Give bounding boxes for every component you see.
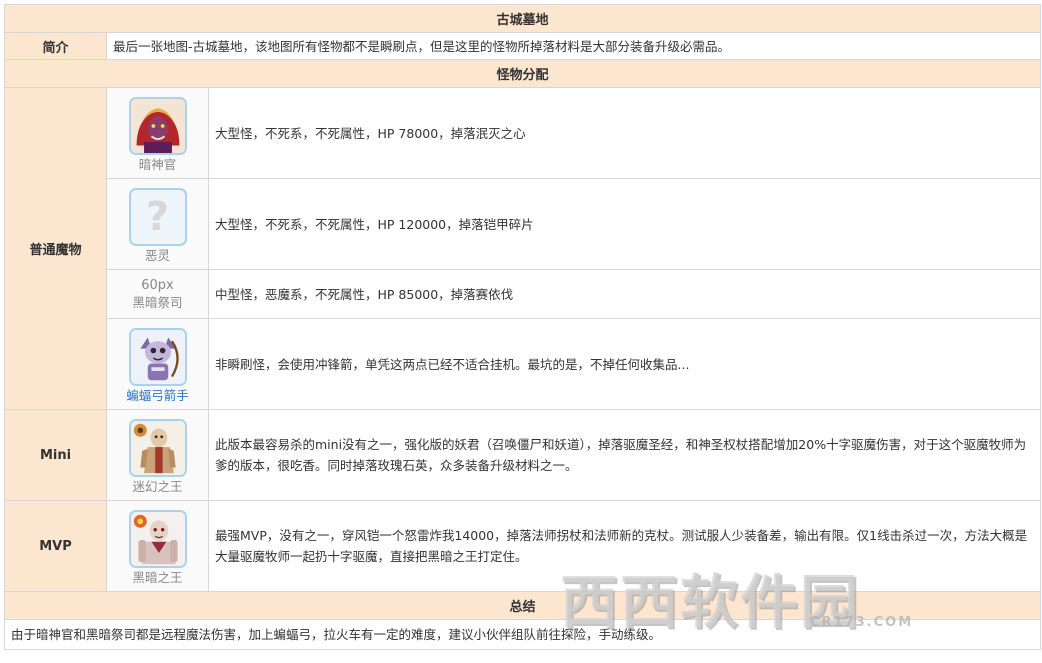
monster-desc: 最强MVP，没有之一，穿风铠一个怒雷炸我14000，掉落法师拐杖和法师新的克杖。… <box>208 500 1041 592</box>
table-row: 60px 黑暗祭司 中型怪，恶魔系，不死属性，HP 85000，掉落赛依伐 <box>5 269 1041 319</box>
mvp-group-label: MVP <box>4 500 107 592</box>
summary-text: 由于暗神官和黑暗祭司都是远程魔法伤害，加上蝙蝠弓，拉火车有一定的难度，建议小伙伴… <box>4 619 1041 650</box>
monster-name: 迷幻之王 <box>132 478 183 494</box>
monster-desc: 此版本最容易杀的mini没有之一，强化版的妖君（召唤僵尸和妖道），掉落驱魔圣经，… <box>208 409 1041 501</box>
monster-name-link[interactable]: 蝙蝠弓箭手 <box>107 388 208 404</box>
illusion-king-portrait-icon[interactable] <box>128 418 187 477</box>
monster-desc: 大型怪，不死系，不死属性，HP 78000，掉落泯灭之心 <box>208 87 1041 179</box>
monster-cell: 迷幻之王 <box>106 409 209 501</box>
table-row: Mini 迷幻之王 此版本最容易杀的mini没有之一，强化版的妖君（召唤僵尸和妖… <box>4 409 1041 501</box>
title-row: 古城墓地 <box>4 4 1041 33</box>
monster-cell: 60px 黑暗祭司 <box>106 269 209 319</box>
normal-group-label: 普通魔物 <box>4 87 107 410</box>
dark-priest-portrait-icon[interactable] <box>128 96 187 155</box>
page: 古城墓地 简介 最后一张地图-古城墓地，该地图所有怪物都不是瞬刷点，但是这里的怪… <box>0 0 1042 663</box>
intro-row: 简介 最后一张地图-古城墓地，该地图所有怪物都不是瞬刷点，但是这里的怪物所掉落材… <box>4 32 1041 60</box>
intro-label: 简介 <box>4 32 107 60</box>
table-row: 普通魔物 暗神官 大型怪，不死系，不死属性，HP 78000，掉落泯灭之心 <box>4 87 1041 410</box>
guide-table: 古城墓地 简介 最后一张地图-古城墓地，该地图所有怪物都不是瞬刷点，但是这里的怪… <box>4 4 1041 650</box>
monster-name: 黑暗祭司 <box>132 295 183 310</box>
monster-cell: ? 恶灵 <box>106 178 209 270</box>
monster-cell: 暗神官 <box>106 87 209 179</box>
bat-archer-portrait-icon[interactable] <box>128 327 187 386</box>
distribution-row: 怪物分配 <box>4 59 1041 88</box>
distribution-title: 怪物分配 <box>4 59 1041 88</box>
table-row: MVP 黑暗之王 最强MVP，没有之一，穿风铠一个怒雷炸我14000，掉落法师拐… <box>4 500 1041 592</box>
monster-desc: 中型怪，恶魔系，不死属性，HP 85000，掉落赛依伐 <box>208 269 1041 319</box>
mini-group-label: Mini <box>4 409 107 501</box>
monster-name: 暗神官 <box>138 156 177 172</box>
monster-name: 恶灵 <box>144 247 170 263</box>
summary-title-row: 总结 <box>4 591 1041 620</box>
table-title: 古城墓地 <box>4 4 1041 33</box>
table-row: ? 恶灵 大型怪，不死系，不死属性，HP 120000，掉落铠甲碎片 <box>5 178 1041 270</box>
monster-cell: 蝙蝠弓箭手 <box>106 318 209 410</box>
monster-name: 黑暗之王 <box>132 569 183 585</box>
monster-cell: 黑暗之王 <box>106 500 209 592</box>
summary-title: 总结 <box>4 591 1041 620</box>
table-row: 蝙蝠弓箭手 非瞬刷怪，会使用冲锋箭，单凭这两点已经不适合挂机。最坑的是，不掉任何… <box>5 318 1041 410</box>
unknown-monster-placeholder-icon[interactable]: ? <box>128 187 187 246</box>
monster-desc: 大型怪，不死系，不死属性，HP 120000，掉落铠甲碎片 <box>208 178 1041 270</box>
missing-image-text: 60px <box>141 278 174 293</box>
summary-row: 由于暗神官和黑暗祭司都是远程魔法伤害，加上蝙蝠弓，拉火车有一定的难度，建议小伙伴… <box>4 619 1041 650</box>
dark-lord-portrait-icon[interactable] <box>128 509 187 568</box>
monster-desc: 非瞬刷怪，会使用冲锋箭，单凭这两点已经不适合挂机。最坑的是，不掉任何收集品... <box>208 318 1041 410</box>
intro-text: 最后一张地图-古城墓地，该地图所有怪物都不是瞬刷点，但是这里的怪物所掉落材料是大… <box>106 32 1041 60</box>
